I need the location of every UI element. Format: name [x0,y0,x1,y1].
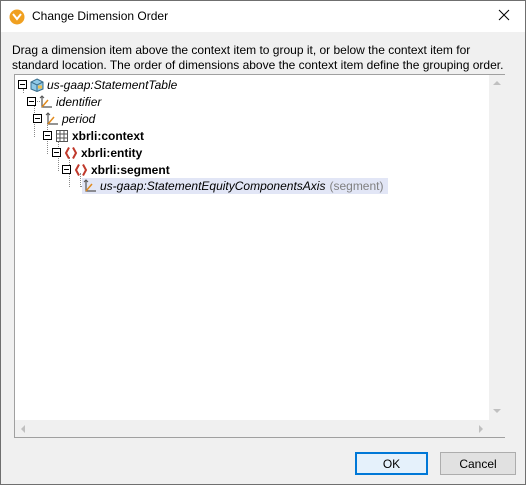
vertical-scrollbar[interactable] [489,75,505,420]
altova-mapforce-icon [9,9,25,25]
change-dimension-order-dialog: Change Dimension Order Drag a dimension … [0,0,526,485]
tree-node-label: xbrli:entity [81,145,143,160]
cancel-button[interactable]: Cancel [440,452,516,475]
collapse-toggle[interactable] [52,148,61,157]
scroll-left-icon[interactable] [21,425,25,433]
scrollbar-corner [489,420,505,437]
table-cube-icon [29,77,45,93]
tree-viewport: us-gaap:StatementTable identifier period… [15,75,489,420]
tree-node-xbrli-context[interactable]: xbrli:context [43,127,144,144]
tree-node-identifier[interactable]: identifier [27,93,101,110]
tree-node-label: xbrli:segment [91,162,170,177]
tree-node-suffix: (segment) [329,179,384,193]
collapse-toggle[interactable] [27,97,36,106]
tree-node-statement-equity-components-axis[interactable]: us-gaap:StatementEquityComponentsAxis (s… [82,178,388,194]
tree-node-period[interactable]: period [33,110,95,127]
collapse-toggle[interactable] [18,80,27,89]
title-bar: Change Dimension Order [1,1,525,32]
close-icon [498,9,510,24]
element-braces-icon [63,145,79,161]
tree-node-label: us-gaap:StatementEquityComponentsAxis [100,179,326,193]
close-button[interactable] [489,3,519,29]
window-title: Change Dimension Order [32,9,169,23]
collapse-toggle[interactable] [43,131,52,140]
ok-button[interactable]: OK [355,452,428,475]
tree-node-xbrli-entity[interactable]: xbrli:entity [52,144,142,161]
collapse-toggle[interactable] [62,165,71,174]
tree-node-label: us-gaap:StatementTable [47,77,178,92]
horizontal-scrollbar[interactable] [15,420,489,437]
scroll-right-icon[interactable] [479,425,483,433]
collapse-toggle[interactable] [33,114,42,123]
tree-node-label: period [62,111,96,126]
dimension-axis-icon [38,94,54,110]
tree-node-label: xbrli:context [72,128,145,143]
tree-node-statement-table[interactable]: us-gaap:StatementTable [18,76,177,93]
scroll-down-icon[interactable] [493,409,501,413]
grid-element-icon [54,128,70,144]
element-braces-icon [73,162,89,178]
dimension-axis-icon [44,111,60,127]
dimension-tree[interactable]: us-gaap:StatementTable identifier period… [14,74,505,438]
instructions-text: Drag a dimension item above the context … [12,43,504,72]
tree-node-xbrli-segment[interactable]: xbrli:segment [62,161,170,178]
dimension-axis-icon [82,178,98,194]
scroll-up-icon[interactable] [493,81,501,85]
tree-node-label: identifier [56,94,102,109]
